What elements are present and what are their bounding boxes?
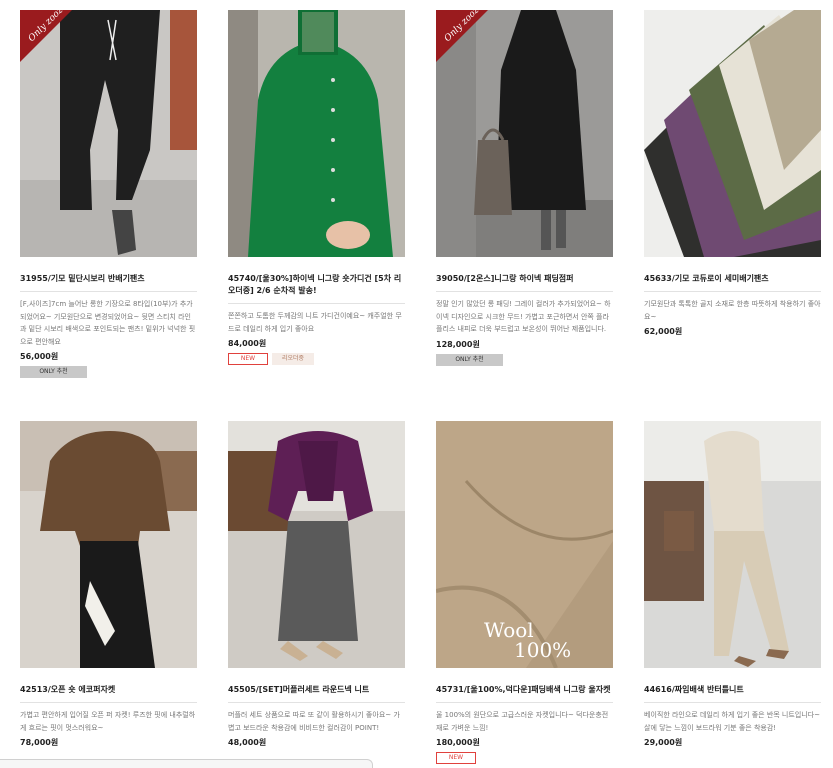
product-price: 62,000원 [644,327,683,336]
product-description: [F,사이즈]7cm 늘어난 롱한 기장으로 8타입(10부)가 추가되었어요~… [20,300,196,346]
divider [436,702,613,703]
product-price: 78,000원 [20,738,59,747]
new-badge: NEW [436,752,476,764]
product-description: 머플러 세트 상품으로 따로 또 같이 활용하시기 좋아요~ 가볍고 보드라운 … [228,711,400,732]
product-price: 84,000원 [228,339,267,348]
product-image[interactable] [644,10,821,257]
product-card[interactable]: Wool 100% 45731/[울100%,덕다운]패딩배색 니그랑 울자켓 … [436,421,613,764]
badge-row: NEW [436,752,613,764]
product-price: 48,000원 [228,738,267,747]
divider [436,291,613,292]
badge-row: ONLY 추천 [20,366,197,378]
product-name[interactable]: 45633/기모 코듀로이 세미배기팬츠 [644,273,821,285]
only-zoozoom-flag: Only zoozoom [20,10,72,62]
svg-text:100%: 100% [514,638,571,662]
product-card[interactable]: 45505/[SET]머플러세트 라운드넥 니트 머플러 세트 상품으로 따로 … [228,421,405,749]
product-description: 정말 인기 많았던 롱 패딩! 그레이 컬러가 추가되었어요~ 하이넥 디자인으… [436,300,611,333]
only-badge: ONLY 추천 [436,353,503,366]
product-image[interactable] [228,10,405,257]
product-name[interactable]: 42513/오픈 숏 에코퍼자켓 [20,684,197,696]
product-price: 29,000원 [644,738,683,747]
product-price: 56,000원 [20,352,59,361]
product-description: 기모원단과 톡톡한 골지 소재로 한층 따뜻하게 착용하기 좋아요~ [644,300,821,321]
horizontal-scrollbar[interactable] [0,759,373,768]
product-name[interactable]: 45731/[울100%,덕다운]패딩배색 니그랑 울자켓 [436,684,613,696]
product-description: 베이직한 라인으로 데일리 하게 입기 좋은 반목 니트입니다~ 살에 닿는 느… [644,711,821,732]
product-card[interactable]: Only zoozoom 31955/기모 밑단시보리 반배기팬츠 [F,사이즈… [20,10,197,378]
product-image[interactable] [228,421,405,668]
product-name[interactable]: 39050/[2온스]니그랑 하이넥 패딩점퍼 [436,273,613,285]
divider [644,291,821,292]
product-description: 가볍고 편안하게 입어질 오픈 퍼 자켓! 루즈한 핏에 내추럴하게 흐르는 핏… [20,711,196,732]
new-badge: NEW [228,353,268,365]
divider [20,291,197,292]
product-price: 180,000원 [436,738,480,747]
product-description: 울 100%의 원단으로 고급스러운 자켓입니다~ 덕다운충전재로 가벼운 느낌… [436,711,609,732]
divider [20,702,197,703]
only-badge: ONLY 추천 [20,366,87,378]
product-card[interactable]: 42513/오픈 숏 에코퍼자켓 가볍고 편안하게 입어질 오픈 퍼 자켓! 루… [20,421,197,749]
product-card[interactable]: 45633/기모 코듀로이 세미배기팬츠 기모원단과 톡톡한 골지 소재로 한층… [644,10,821,338]
only-zoozoom-flag: Only zoozoom [436,10,488,62]
product-image[interactable]: Wool 100% [436,421,613,668]
product-image[interactable]: Only zoozoom [436,10,613,257]
product-image[interactable] [644,421,821,668]
product-description: 쫀쫀하고 도톰한 두께감의 니트 가디건이예요~ 캐주얼한 무드로 데일리 하게… [228,312,402,333]
product-card[interactable]: 45740/[울30%]하이넥 니그랑 숏가디건 [5차 리오더중] 2/6 순… [228,10,405,365]
reorder-badge: 리오더중 [272,353,314,365]
product-card[interactable]: 44616/짜임배색 반터틀니트 베이직한 라인으로 데일리 하게 입기 좋은 … [644,421,821,749]
divider [228,702,405,703]
divider [228,303,405,304]
product-image[interactable] [20,421,197,668]
product-name[interactable]: 31955/기모 밑단시보리 반배기팬츠 [20,273,197,285]
product-card[interactable]: Only zoozoom 39050/[2온스]니그랑 하이넥 패딩점퍼 정말 … [436,10,613,366]
divider [644,702,821,703]
badge-row: ONLY 추천 [436,353,613,366]
badge-row: NEW 리오더중 [228,353,405,365]
product-image[interactable]: Only zoozoom [20,10,197,257]
product-name[interactable]: 45740/[울30%]하이넥 니그랑 숏가디건 [5차 리오더중] 2/6 순… [228,273,405,297]
product-name[interactable]: 44616/짜임배색 반터틀니트 [644,684,821,696]
product-price: 128,000원 [436,339,480,349]
product-name[interactable]: 45505/[SET]머플러세트 라운드넥 니트 [228,684,405,696]
